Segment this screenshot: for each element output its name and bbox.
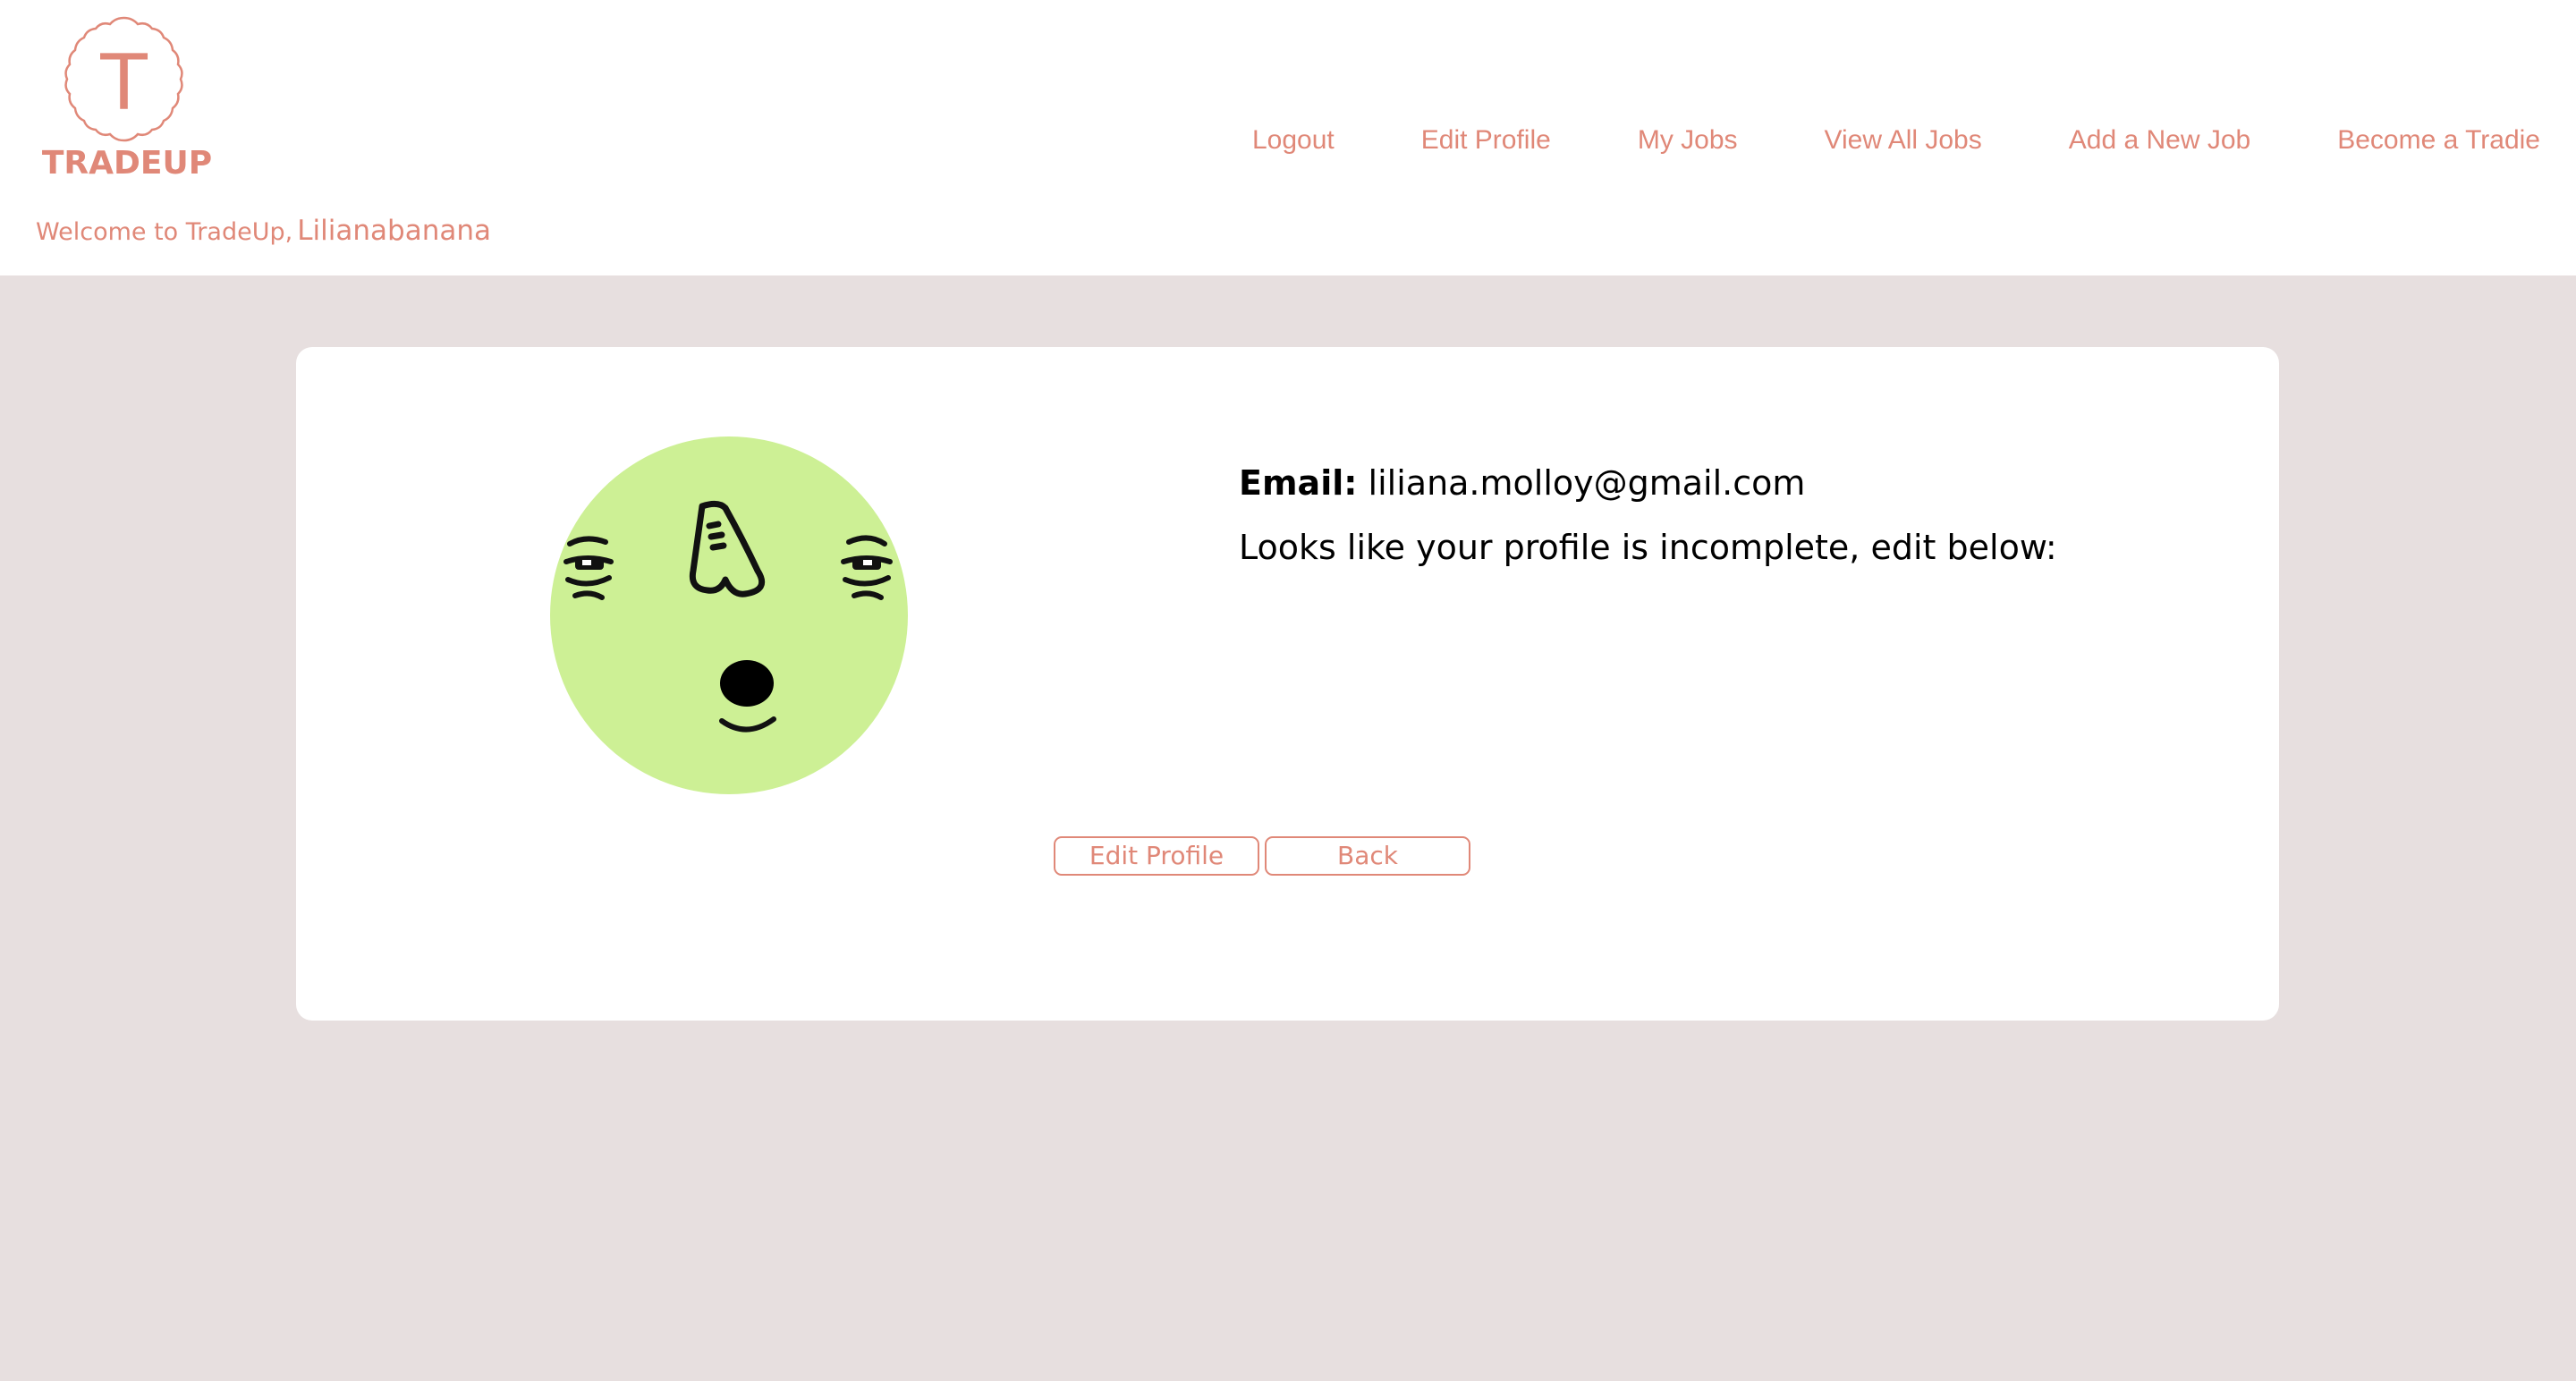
avatar-background: [550, 436, 908, 794]
brand-name: TRADEUP: [41, 145, 213, 182]
nav-view-all-jobs[interactable]: View All Jobs: [1825, 125, 1982, 156]
nav-become-tradie[interactable]: Become a Tradie: [2337, 125, 2540, 156]
welcome-message: Welcome to TradeUp, Lilianabanana: [36, 215, 491, 247]
profile-info: Email: liliana.molloy@gmail.com Looks li…: [1239, 463, 2057, 567]
main-nav: Logout Edit Profile My Jobs View All Job…: [1165, 125, 2540, 156]
incomplete-profile-message: Looks like your profile is incomplete, e…: [1239, 528, 2057, 567]
logo-letter: T: [99, 38, 148, 128]
welcome-username: Lilianabanana: [297, 215, 491, 247]
email-row: Email: liliana.molloy@gmail.com: [1239, 463, 2057, 503]
welcome-text: Welcome to TradeUp,: [36, 218, 293, 246]
nav-add-new-job[interactable]: Add a New Job: [2069, 125, 2250, 156]
email-label: Email:: [1239, 463, 1358, 503]
logo-badge-icon: T: [64, 16, 183, 142]
back-button[interactable]: Back: [1265, 836, 1470, 876]
nav-logout[interactable]: Logout: [1252, 125, 1335, 156]
tradeup-logo[interactable]: T TRADEUP: [39, 14, 215, 184]
profile-card: Email: liliana.molloy@gmail.com Looks li…: [296, 347, 2279, 1021]
nav-my-jobs[interactable]: My Jobs: [1638, 125, 1738, 156]
avatar: [550, 436, 908, 794]
email-value: liliana.molloy@gmail.com: [1368, 463, 1806, 503]
edit-profile-button[interactable]: Edit Profile: [1054, 836, 1259, 876]
nav-edit-profile[interactable]: Edit Profile: [1421, 125, 1551, 156]
site-header: T TRADEUP Welcome to TradeUp, Lilianaban…: [0, 0, 2576, 275]
